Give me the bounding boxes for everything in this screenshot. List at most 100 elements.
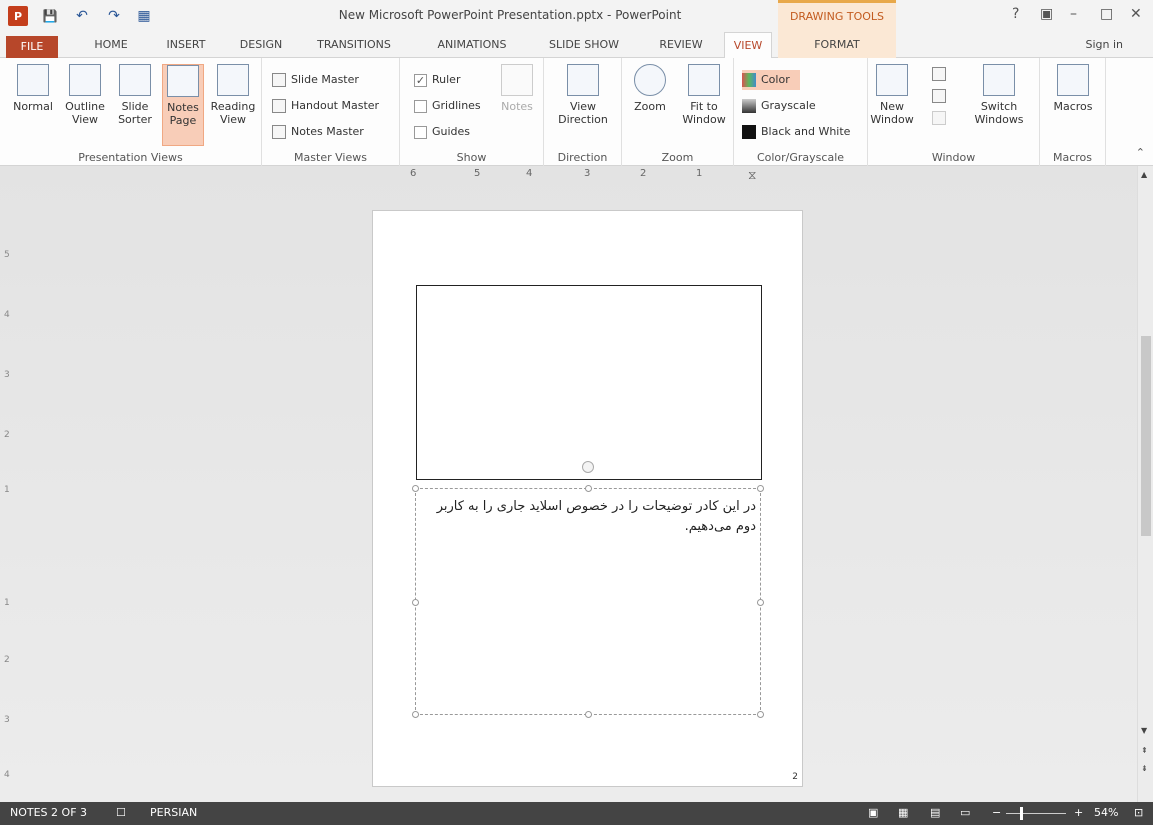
fit-slide-icon[interactable]: ⊡	[1134, 806, 1143, 819]
notes-button[interactable]: Notes	[496, 64, 538, 113]
help-button[interactable]: ?	[1012, 6, 1019, 22]
maximize-button[interactable]: □	[1100, 6, 1113, 22]
slide-master-button[interactable]: Slide Master	[272, 70, 359, 90]
ruler-mark: 2	[640, 168, 647, 179]
resize-handle[interactable]	[412, 711, 419, 718]
ribbon-display-options-icon[interactable]: ▣	[1040, 6, 1053, 22]
vertical-ruler[interactable]: 5 4 3 2 1 1 2 3 4	[2, 180, 16, 790]
save-icon[interactable]: 💾	[40, 6, 60, 26]
zoom-slider[interactable]	[1006, 807, 1066, 820]
ruler-mark: 3	[584, 168, 591, 179]
tab-design[interactable]: DESIGN	[232, 32, 290, 58]
slide-indicator[interactable]: NOTES 2 OF 3	[10, 806, 87, 819]
customize-quick-access-icon[interactable]: ▦	[134, 6, 154, 26]
vertical-scrollbar[interactable]: ▲ ▼ ⇞ ⇟	[1137, 166, 1153, 802]
resize-handle[interactable]	[585, 711, 592, 718]
color-icon	[742, 73, 756, 87]
next-slide-icon[interactable]: ⇟	[1141, 764, 1148, 773]
tab-home[interactable]: HOME	[84, 32, 138, 58]
zoom-level[interactable]: 54%	[1094, 806, 1118, 819]
normal-view-status-icon[interactable]: ▣	[868, 806, 878, 819]
slide-sorter-button[interactable]: Slide Sorter	[112, 64, 158, 126]
handout-master-button[interactable]: Handout Master	[272, 96, 379, 116]
notes-text[interactable]: در این کادر توضیحات را در خصوص اسلاید جا…	[420, 497, 756, 537]
resize-handle[interactable]	[412, 599, 419, 606]
drawing-tools-context-label: DRAWING TOOLS	[778, 0, 896, 32]
black-and-white-button[interactable]: Black and White	[742, 122, 850, 142]
slide-thumbnail-placeholder[interactable]	[416, 285, 762, 480]
close-button[interactable]: ✕	[1130, 6, 1142, 22]
tab-animations[interactable]: ANIMATIONS	[426, 32, 518, 58]
arrange-all-icon[interactable]	[932, 64, 946, 84]
language-indicator[interactable]: PERSIAN	[150, 806, 197, 819]
notes-page-button[interactable]: Notes Page	[162, 64, 204, 146]
redo-icon[interactable]: ↷	[104, 6, 124, 26]
scroll-down-arrow-icon[interactable]: ▼	[1141, 726, 1147, 735]
resize-handle[interactable]	[585, 485, 592, 492]
tab-slide-show[interactable]: SLIDE SHOW	[538, 32, 630, 58]
cascade-icon[interactable]	[932, 86, 946, 106]
zoom-button-label: Zoom	[634, 100, 666, 113]
zoom-out-button[interactable]: −	[992, 806, 1001, 819]
undo-icon[interactable]: ↶	[72, 6, 92, 26]
tab-insert[interactable]: INSERT	[158, 32, 214, 58]
notes-label: Notes	[501, 100, 533, 113]
black-and-white-label: Black and White	[761, 125, 851, 138]
horizontal-ruler[interactable]: 6 5 4 3 2 1 ⧖	[402, 168, 792, 182]
collapse-ribbon-icon[interactable]: ⌃	[1136, 146, 1145, 159]
switch-windows-button[interactable]: Switch Windows	[964, 64, 1034, 126]
macros-button[interactable]: Macros	[1046, 64, 1100, 113]
scroll-up-arrow-icon[interactable]: ▲	[1141, 170, 1147, 179]
grayscale-icon	[742, 99, 756, 113]
guides-checkbox[interactable]: Guides	[414, 122, 470, 142]
ruler-checkbox[interactable]: ✓ Ruler	[414, 70, 460, 90]
tab-format[interactable]: FORMAT	[778, 32, 896, 58]
resize-handle[interactable]	[412, 485, 419, 492]
gridlines-label: Gridlines	[432, 99, 481, 112]
tab-view[interactable]: VIEW	[724, 32, 772, 59]
group-window: New Window Switch Windows Window	[868, 58, 1040, 166]
ruler-label: Ruler	[432, 73, 461, 86]
presentation-views-label: Presentation Views	[78, 151, 183, 164]
indent-marker-icon[interactable]: ⧖	[748, 168, 756, 183]
move-split-icon[interactable]	[932, 108, 946, 128]
spelling-check-icon[interactable]: ☐	[116, 806, 126, 819]
slide-sorter-status-icon[interactable]: ▦	[898, 806, 908, 819]
resize-handle[interactable]	[757, 711, 764, 718]
switch-windows-icon	[983, 64, 1015, 96]
new-window-button[interactable]: New Window	[870, 64, 914, 126]
group-presentation-views: Normal Outline View Slide Sorter Notes P…	[0, 58, 262, 166]
reading-view-button[interactable]: Reading View	[208, 64, 258, 126]
powerpoint-app-icon[interactable]: P	[8, 6, 28, 26]
slide-master-label: Slide Master	[291, 73, 359, 86]
gridlines-checkbox[interactable]: Gridlines	[414, 96, 481, 116]
notes-master-icon	[272, 125, 286, 139]
previous-slide-icon[interactable]: ⇞	[1141, 746, 1148, 755]
zoom-slider-thumb[interactable]	[1019, 807, 1023, 820]
zoom-button[interactable]: Zoom	[626, 64, 674, 113]
status-bar: NOTES 2 OF 3 ☐ PERSIAN ▣ ▦ ▤ ▭ − + 54% ⊡	[0, 802, 1153, 825]
scrollbar-thumb[interactable]	[1141, 336, 1151, 536]
normal-view-button[interactable]: Normal	[6, 64, 60, 113]
outline-view-icon	[69, 64, 101, 96]
resize-handle[interactable]	[757, 599, 764, 606]
grayscale-button[interactable]: Grayscale	[742, 96, 816, 116]
notes-master-label: Notes Master	[291, 125, 364, 138]
tab-transitions[interactable]: TRANSITIONS	[306, 32, 402, 58]
outline-view-button[interactable]: Outline View	[62, 64, 108, 126]
resize-handle[interactable]	[757, 485, 764, 492]
minimize-button[interactable]: –	[1070, 6, 1077, 22]
notes-master-button[interactable]: Notes Master	[272, 122, 364, 142]
reading-view-status-icon[interactable]: ▤	[930, 806, 940, 819]
tab-review[interactable]: REVIEW	[652, 32, 710, 58]
rotate-handle-icon[interactable]	[582, 461, 594, 473]
zoom-in-button[interactable]: +	[1074, 806, 1083, 819]
sign-in-link[interactable]: Sign in	[1085, 38, 1123, 51]
slide-show-status-icon[interactable]: ▭	[960, 806, 970, 819]
color-button[interactable]: Color	[742, 70, 800, 90]
notes-placeholder[interactable]: در این کادر توضیحات را در خصوص اسلاید جا…	[412, 485, 764, 718]
handout-master-label: Handout Master	[291, 99, 380, 112]
view-direction-button[interactable]: View Direction	[548, 64, 618, 126]
tab-file[interactable]: FILE	[6, 36, 58, 58]
fit-to-window-button[interactable]: Fit to Window	[678, 64, 730, 126]
